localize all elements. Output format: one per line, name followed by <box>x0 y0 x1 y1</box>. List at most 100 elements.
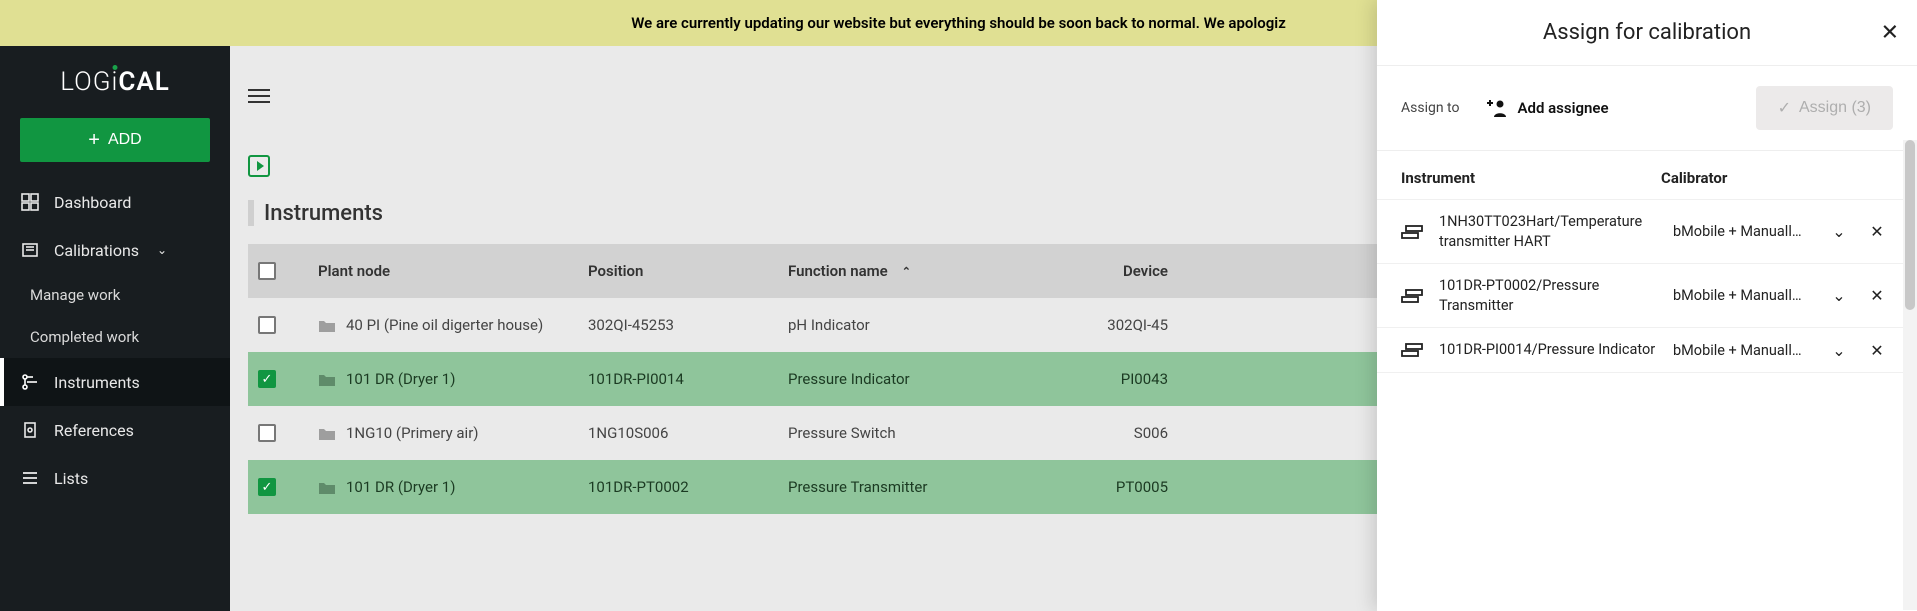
assign-panel: Assign for calibration ✕ Assign to Add a… <box>1377 0 1917 611</box>
nav-dashboard-label: Dashboard <box>54 193 131 212</box>
panel-assign-row: Assign to Add assignee ✓ Assign (3) <box>1377 66 1917 151</box>
dashboard-icon <box>20 192 40 212</box>
add-assignee-label: Add assignee <box>1517 99 1608 117</box>
calibrator-value: bMobile + Manuall… <box>1673 223 1817 240</box>
nav-references[interactable]: References <box>0 406 230 454</box>
row-position: 1NG10S006 <box>578 424 778 442</box>
calibrator-value: bMobile + Manuall… <box>1673 342 1817 359</box>
folder-icon <box>318 318 336 333</box>
assign-button[interactable]: ✓ Assign (3) <box>1756 86 1893 130</box>
header-position[interactable]: Position <box>578 262 778 280</box>
plus-icon: + <box>88 130 100 150</box>
chevron-down-icon: ⌄ <box>157 243 167 257</box>
row-plant-node: 101 DR (Dryer 1) <box>308 370 578 388</box>
panel-item: 1NH30TT023Hart/Temperature transmitter H… <box>1377 200 1917 264</box>
panel-columns: Instrument Calibrator <box>1377 151 1917 200</box>
instrument-icon <box>1401 287 1433 305</box>
logo: LOGiCAL <box>0 46 230 118</box>
nav-calibrations-label: Calibrations <box>54 241 139 260</box>
panel-header: Assign for calibration ✕ <box>1377 0 1917 66</box>
person-add-icon <box>1485 99 1507 117</box>
row-device: 302QI-45 <box>978 316 1178 334</box>
calibrator-dropdown[interactable]: ⌄ <box>1823 341 1855 360</box>
instrument-icon <box>1401 341 1433 359</box>
panel-item: 101DR-PI0014/Pressure Indicator bMobile … <box>1377 328 1917 373</box>
row-device: PI0043 <box>978 370 1178 388</box>
add-assignee-button[interactable]: Add assignee <box>1485 99 1608 117</box>
nav-calibrations[interactable]: Calibrations ⌄ <box>0 226 230 274</box>
nav-completed-work[interactable]: Completed work <box>0 316 230 358</box>
row-plant-node: 101 DR (Dryer 1) <box>308 478 578 496</box>
section-title-text: Instruments <box>264 201 383 226</box>
row-position: 101DR-PI0014 <box>578 370 778 388</box>
nav-dashboard[interactable]: Dashboard <box>0 178 230 226</box>
logo-post: CAL <box>118 67 169 97</box>
sort-asc-icon: ⌃ <box>902 265 911 278</box>
row-checkbox[interactable] <box>258 424 276 442</box>
sidebar: LOGiCAL + ADD Dashboard Calibrations ⌄ M… <box>0 46 230 611</box>
folder-icon <box>318 480 336 495</box>
header-plant-node[interactable]: Plant node <box>308 262 578 280</box>
references-icon <box>20 420 40 440</box>
panel-col-instrument: Instrument <box>1401 169 1661 187</box>
folder-icon <box>318 372 336 387</box>
banner-text: We are currently updating our website bu… <box>631 14 1286 32</box>
calibrator-dropdown[interactable]: ⌄ <box>1823 222 1855 241</box>
nav-manage-work[interactable]: Manage work <box>0 274 230 316</box>
plant-node-text: 101 DR (Dryer 1) <box>346 478 455 496</box>
panel-col-calibrator: Calibrator <box>1661 169 1813 187</box>
select-all-checkbox[interactable] <box>258 262 276 280</box>
row-checkbox[interactable] <box>258 370 276 388</box>
instruments-icon <box>20 372 40 392</box>
instrument-name: 101DR-PI0014/Pressure Indicator <box>1439 340 1667 360</box>
remove-item-button[interactable]: ✕ <box>1861 341 1893 360</box>
instrument-name: 101DR-PT0002/Pressure Transmitter <box>1439 276 1667 315</box>
header-device[interactable]: Device <box>978 262 1178 280</box>
plant-node-text: 1NG10 (Primery air) <box>346 424 479 442</box>
nav-manage-work-label: Manage work <box>30 286 120 304</box>
panel-scrollbar[interactable] <box>1903 140 1917 610</box>
row-plant-node: 1NG10 (Primery air) <box>308 424 578 442</box>
menu-toggle[interactable] <box>248 85 270 107</box>
row-checkbox[interactable] <box>258 478 276 496</box>
calibrator-value: bMobile + Manuall… <box>1673 287 1817 304</box>
logo-pre: LOG <box>60 67 111 97</box>
nav-instruments-label: Instruments <box>54 373 140 392</box>
header-function-name-label: Function name <box>788 262 888 280</box>
add-button-label: ADD <box>108 131 142 149</box>
header-checkbox-cell <box>248 262 308 280</box>
row-device: S006 <box>978 424 1178 442</box>
nav-lists-label: Lists <box>54 469 88 488</box>
row-function-name: Pressure Switch <box>778 424 978 442</box>
close-icon[interactable]: ✕ <box>1881 20 1899 45</box>
row-position: 302QI-45253 <box>578 316 778 334</box>
panel-items: 1NH30TT023Hart/Temperature transmitter H… <box>1377 200 1917 373</box>
calibrations-icon <box>20 240 40 260</box>
check-icon: ✓ <box>1778 98 1791 118</box>
logo-mid: i <box>112 67 119 97</box>
nav-instruments[interactable]: Instruments <box>0 358 230 406</box>
row-function-name: Pressure Transmitter <box>778 478 978 496</box>
remove-item-button[interactable]: ✕ <box>1861 222 1893 241</box>
row-device: PT0005 <box>978 478 1178 496</box>
row-checkbox-cell <box>248 370 308 388</box>
panel-item: 101DR-PT0002/Pressure Transmitter bMobil… <box>1377 264 1917 328</box>
row-checkbox-cell <box>248 316 308 334</box>
lists-icon <box>20 468 40 488</box>
calibrator-dropdown[interactable]: ⌄ <box>1823 286 1855 305</box>
instrument-icon <box>1401 223 1433 241</box>
remove-item-button[interactable]: ✕ <box>1861 286 1893 305</box>
assign-to-label: Assign to <box>1401 100 1459 116</box>
nav-lists[interactable]: Lists <box>0 454 230 502</box>
row-checkbox[interactable] <box>258 316 276 334</box>
row-checkbox-cell <box>248 424 308 442</box>
plant-node-text: 101 DR (Dryer 1) <box>346 370 455 388</box>
expand-tree-button[interactable] <box>248 155 270 177</box>
header-function-name[interactable]: Function name ⌃ <box>778 262 978 280</box>
header-plant-node-label: Plant node <box>318 262 390 280</box>
folder-icon <box>318 426 336 441</box>
plant-node-text: 40 PI (Pine oil digerter house) <box>346 316 543 334</box>
header-position-label: Position <box>588 262 643 280</box>
add-button[interactable]: + ADD <box>20 118 210 162</box>
nav-completed-work-label: Completed work <box>30 328 139 346</box>
